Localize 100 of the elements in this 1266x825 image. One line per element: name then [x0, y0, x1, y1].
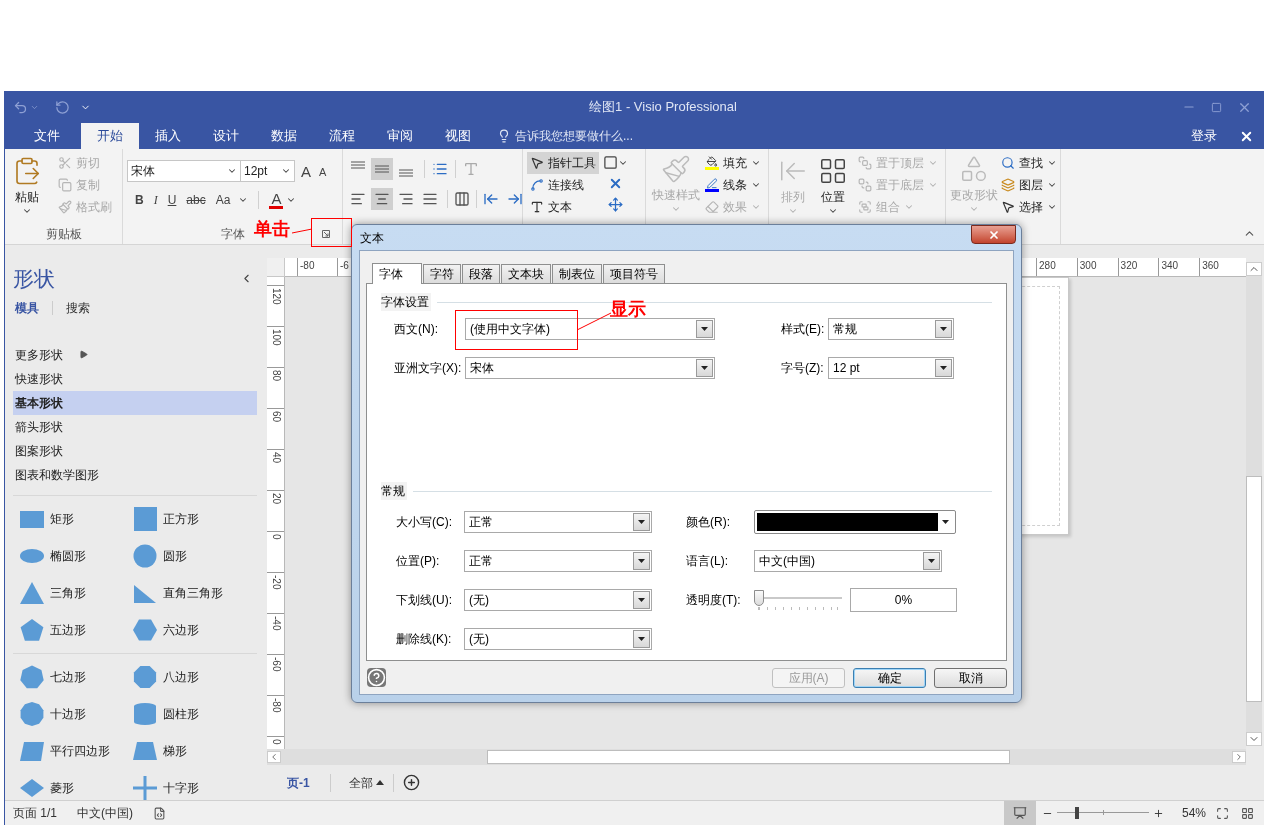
color-dropdown[interactable]	[754, 510, 956, 534]
slider-thumb[interactable]	[754, 590, 764, 606]
edit-button[interactable]: 选择	[998, 196, 1060, 218]
font-size-field[interactable]: 12pt	[241, 160, 295, 182]
stencil-item[interactable]: 图表和数学图形	[13, 462, 257, 487]
edit-button[interactable]: 查找	[998, 152, 1060, 174]
dropdown-field[interactable]: 中文(中国)	[754, 550, 942, 572]
format-button[interactable]: B	[133, 190, 146, 210]
move-icon[interactable]	[608, 197, 623, 212]
ribbon-tab[interactable]: 文件	[18, 123, 76, 149]
dialog-tab[interactable]: 字体	[372, 263, 422, 284]
tell-me-field[interactable]: 告诉我您想要做什么...	[515, 127, 633, 145]
shrink-font-button[interactable]: A	[319, 167, 327, 178]
paste-button[interactable]: 粘贴	[9, 152, 45, 223]
dialog-close-button[interactable]	[971, 225, 1016, 244]
panel-tab[interactable]: 搜索	[66, 298, 90, 317]
scroll-right-icon[interactable]	[1232, 751, 1246, 763]
shape-item[interactable]: 椭圆形	[19, 543, 132, 568]
scroll-up-icon[interactable]	[1246, 262, 1262, 276]
dialog-button[interactable]: 取消	[934, 667, 1007, 688]
redo-icon[interactable]	[55, 99, 70, 115]
dropdown-field[interactable]: (无)	[464, 628, 652, 650]
grow-font-button[interactable]: A	[301, 163, 311, 179]
arrange-button[interactable]: 位置	[813, 152, 853, 223]
style-button[interactable]: 线条	[702, 174, 764, 196]
shape-item[interactable]: 直角三角形	[132, 580, 257, 605]
dropdown-field[interactable]: 宋体	[465, 357, 715, 379]
dialog-tab[interactable]: 项目符号	[603, 264, 665, 283]
outdent-icon[interactable]	[483, 191, 499, 207]
shape-item[interactable]: 六边形	[132, 617, 257, 642]
dialog-launcher-icon[interactable]	[322, 230, 330, 238]
indent-icon[interactable]	[507, 191, 523, 207]
shape-item[interactable]: 七边形	[19, 664, 132, 689]
dialog-tab[interactable]: 字符	[423, 264, 461, 283]
tool-button[interactable]: 指针工具	[527, 152, 599, 174]
stencil-item[interactable]: 快速形状	[13, 366, 257, 391]
ribbon-tab[interactable]: 视图	[429, 123, 487, 149]
maximize-icon[interactable]	[1211, 101, 1222, 113]
bullet-list-icon[interactable]	[432, 161, 448, 177]
sign-in-link[interactable]: 登录	[1191, 123, 1217, 149]
shape-item[interactable]: 十边形	[19, 701, 132, 726]
tool-button[interactable]: 文本	[527, 196, 599, 218]
ribbon-tab[interactable]: 数据	[255, 123, 313, 149]
stencil-item[interactable]: 更多形状	[13, 342, 257, 367]
dropdown-field[interactable]: 正常	[464, 511, 652, 533]
rectangle-tool-icon[interactable]	[603, 155, 618, 170]
switch-windows-icon[interactable]	[1241, 806, 1254, 820]
shape-item[interactable]: 三角形	[19, 580, 132, 605]
scroll-left-icon[interactable]	[267, 751, 281, 763]
page-tab[interactable]: 页-1	[285, 773, 312, 792]
shape-item[interactable]: 正方形	[132, 506, 257, 531]
ribbon-tab[interactable]: 流程	[313, 123, 371, 149]
ribbon-tab[interactable]: 审阅	[371, 123, 429, 149]
vertical-scrollbar-thumb[interactable]	[1246, 476, 1262, 702]
macro-icon[interactable]	[153, 806, 166, 820]
tool-button[interactable]: 连接线	[527, 174, 599, 196]
dialog-tab[interactable]: 文本块	[501, 264, 551, 283]
presentation-icon[interactable]	[1012, 806, 1027, 820]
format-button[interactable]: abc	[184, 190, 208, 210]
dropdown-field[interactable]: 正常	[464, 550, 652, 572]
shape-item[interactable]: 圆柱形	[132, 701, 257, 726]
stencil-item[interactable]: 图案形状	[13, 438, 257, 463]
percent-field[interactable]: 0%	[850, 588, 957, 612]
scroll-down-icon[interactable]	[1246, 732, 1262, 746]
dropdown-field[interactable]: 常规	[828, 318, 954, 340]
add-page-icon[interactable]	[402, 774, 420, 791]
stencil-item[interactable]: 基本形状	[13, 390, 257, 415]
style-button[interactable]: 填充	[702, 152, 764, 174]
alignment-button[interactable]	[371, 188, 393, 210]
close-icon[interactable]	[1239, 129, 1254, 144]
format-button[interactable]: Aa	[213, 190, 233, 210]
ribbon-tab[interactable]: 开始	[81, 123, 139, 149]
edit-button[interactable]: 图层	[998, 174, 1060, 196]
panel-tab[interactable]: 模具	[15, 298, 39, 317]
font-color-button[interactable]: A	[269, 191, 297, 209]
shape-item[interactable]: 圆形	[132, 543, 257, 568]
undo-icon[interactable]	[13, 99, 28, 115]
dropdown-field[interactable]: 12 pt	[828, 357, 954, 379]
font-name-field[interactable]: 宋体	[127, 160, 241, 182]
ribbon-tab[interactable]: 插入	[139, 123, 197, 149]
zoom-slider-thumb[interactable]	[1074, 807, 1079, 819]
dialog-tab[interactable]: 段落	[462, 264, 500, 283]
shape-item[interactable]: 八边形	[132, 664, 257, 689]
all-pages-button[interactable]: 全部	[348, 773, 384, 792]
shape-item[interactable]: 梯形	[132, 738, 257, 763]
stencil-item[interactable]: 箭头形状	[13, 414, 257, 439]
fit-page-icon[interactable]	[1216, 806, 1229, 820]
format-button[interactable]: I	[151, 190, 160, 210]
format-button[interactable]: U	[165, 190, 179, 210]
dialog-tab[interactable]: 制表位	[552, 264, 602, 283]
shape-item[interactable]: 五边形	[19, 617, 132, 642]
ribbon-tab[interactable]: 设计	[197, 123, 255, 149]
shape-item[interactable]: 平行四边形	[19, 738, 132, 763]
horizontal-scrollbar-thumb[interactable]	[487, 750, 1010, 764]
shape-item[interactable]: 矩形	[19, 506, 132, 531]
text-block-icon[interactable]	[454, 191, 470, 207]
shape-item[interactable]: 菱形	[19, 775, 132, 800]
dropdown-field[interactable]: (无)	[464, 589, 652, 611]
help-icon[interactable]	[367, 668, 386, 687]
delete-icon[interactable]	[608, 176, 623, 191]
